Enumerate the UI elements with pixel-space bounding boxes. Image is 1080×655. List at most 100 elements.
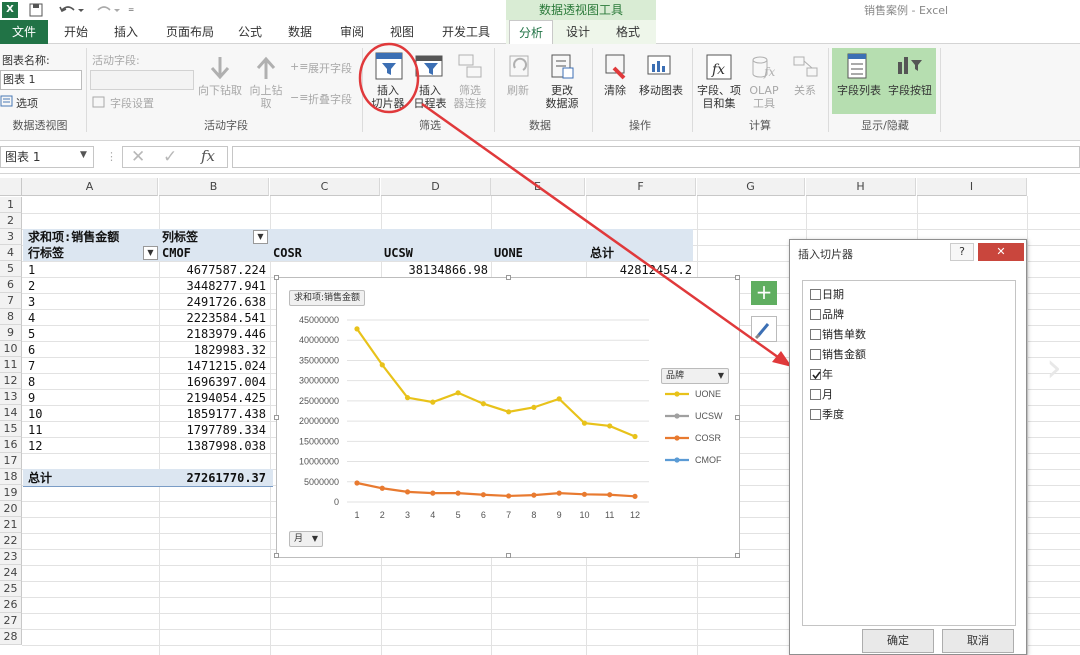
slicer-field-label[interactable]: 年 xyxy=(822,368,833,382)
resize-handle[interactable] xyxy=(735,275,740,280)
row-header[interactable]: 26 xyxy=(0,597,22,613)
tab-analyze[interactable]: 分析 xyxy=(509,20,553,44)
resize-handle[interactable] xyxy=(506,275,511,280)
slicer-field-label[interactable]: 销售单数 xyxy=(822,328,866,342)
move-chart-button[interactable]: 移动图表 xyxy=(634,84,688,97)
resize-handle[interactable] xyxy=(274,415,279,420)
resize-handle[interactable] xyxy=(735,553,740,558)
row-header[interactable]: 4 xyxy=(0,245,22,261)
undo-icon[interactable] xyxy=(58,2,84,18)
chart-name-input[interactable]: 图表 1 xyxy=(0,70,82,90)
tab-page-layout[interactable]: 页面布局 xyxy=(160,20,220,44)
row-header[interactable]: 19 xyxy=(0,485,22,501)
quick-access-more[interactable]: ₌ xyxy=(128,1,134,15)
enter-icon[interactable]: ✓ xyxy=(163,147,177,167)
tab-file[interactable]: 文件 xyxy=(0,20,48,44)
slicer-field-label[interactable]: 品牌 xyxy=(822,308,844,322)
drill-down-button[interactable]: 向下钻取 xyxy=(196,84,244,97)
column-header[interactable]: G xyxy=(697,178,805,196)
row-header[interactable]: 24 xyxy=(0,565,22,581)
field-list-button[interactable]: 字段列表 xyxy=(834,84,884,97)
row-label-filter-icon[interactable]: ▼ xyxy=(143,246,158,260)
slicer-field-label[interactable]: 日期 xyxy=(822,288,844,302)
slicer-field-label[interactable]: 销售金额 xyxy=(822,348,866,362)
help-button[interactable]: ? xyxy=(950,243,974,261)
resize-handle[interactable] xyxy=(506,553,511,558)
column-header[interactable]: A xyxy=(22,178,158,196)
formula-input[interactable] xyxy=(232,146,1080,168)
tab-formulas[interactable]: 公式 xyxy=(232,20,268,44)
field-settings-button[interactable]: 字段设置 xyxy=(110,95,154,111)
name-box-dropdown-icon[interactable]: ▼ xyxy=(80,150,87,160)
cancel-button[interactable]: 取消 xyxy=(942,629,1014,653)
column-header[interactable]: F xyxy=(586,178,696,196)
options-button[interactable]: 选项 xyxy=(16,95,38,111)
drill-up-button[interactable]: 向上钻取 xyxy=(246,84,286,110)
column-header[interactable]: E xyxy=(491,178,585,196)
chart-elements-plus-icon[interactable]: + xyxy=(751,281,777,305)
change-source-button[interactable]: 更改 数据源 xyxy=(538,84,586,110)
row-header[interactable]: 2 xyxy=(0,213,22,229)
row-header[interactable]: 9 xyxy=(0,325,22,341)
expand-field-button[interactable]: 展开字段 xyxy=(308,60,352,76)
row-header[interactable]: 21 xyxy=(0,517,22,533)
col-label-filter-icon[interactable]: ▼ xyxy=(253,230,268,244)
olap-tools-button[interactable]: OLAP 工具 xyxy=(746,84,782,110)
field-buttons-button[interactable]: 字段按钮 xyxy=(884,84,936,97)
resize-handle[interactable] xyxy=(274,275,279,280)
insert-function-icon[interactable]: fx xyxy=(201,147,215,165)
checkbox[interactable] xyxy=(810,349,821,360)
column-header[interactable]: C xyxy=(270,178,380,196)
chart-styles-brush-icon[interactable] xyxy=(751,316,777,342)
relationships-button[interactable]: 关系 xyxy=(790,84,820,97)
row-header[interactable]: 3 xyxy=(0,229,22,245)
checkbox[interactable] xyxy=(810,409,821,420)
clear-button[interactable]: 清除 xyxy=(600,84,630,97)
checkbox[interactable] xyxy=(810,389,821,400)
tab-design[interactable]: 设计 xyxy=(560,20,596,44)
filter-connections-button[interactable]: 筛选 器连接 xyxy=(450,84,490,110)
collapse-field-button[interactable]: 折叠字段 xyxy=(308,91,352,107)
row-header[interactable]: 1 xyxy=(0,197,22,213)
column-header[interactable]: I xyxy=(917,178,1027,196)
row-header[interactable]: 16 xyxy=(0,437,22,453)
checkbox[interactable] xyxy=(810,289,821,300)
active-field-input[interactable] xyxy=(90,70,194,90)
slicer-field-label[interactable]: 季度 xyxy=(822,408,844,422)
checkbox[interactable] xyxy=(810,329,821,340)
refresh-button[interactable]: 刷新 xyxy=(500,84,536,97)
row-header[interactable]: 28 xyxy=(0,629,22,645)
resize-handle[interactable] xyxy=(274,553,279,558)
tab-home[interactable]: 开始 xyxy=(58,20,94,44)
tab-data[interactable]: 数据 xyxy=(282,20,318,44)
row-header[interactable]: 14 xyxy=(0,405,22,421)
row-header[interactable]: 25 xyxy=(0,581,22,597)
row-header[interactable]: 7 xyxy=(0,293,22,309)
tab-insert[interactable]: 插入 xyxy=(108,20,144,44)
row-header[interactable]: 27 xyxy=(0,613,22,629)
pivot-chart[interactable]: 求和项:销售金额 品牌 ▼ 月 ▼ 0 5000000 10000000 15000000… xyxy=(274,275,740,558)
close-button[interactable]: ✕ xyxy=(978,243,1024,261)
row-header[interactable]: 22 xyxy=(0,533,22,549)
row-header[interactable]: 6 xyxy=(0,277,22,293)
cancel-icon[interactable]: ✕ xyxy=(131,147,145,167)
tab-format[interactable]: 格式 xyxy=(610,20,646,44)
row-header[interactable]: 12 xyxy=(0,373,22,389)
checkbox[interactable] xyxy=(810,369,821,380)
fields-items-button[interactable]: 字段、项 目和集 xyxy=(692,84,746,110)
row-header[interactable]: 17 xyxy=(0,453,22,469)
row-header[interactable]: 5 xyxy=(0,261,22,277)
row-header[interactable]: 23 xyxy=(0,549,22,565)
row-header[interactable]: 15 xyxy=(0,421,22,437)
column-header[interactable]: B xyxy=(159,178,269,196)
row-header[interactable]: 18 xyxy=(0,469,22,485)
slicer-field-label[interactable]: 月 xyxy=(822,388,833,402)
column-header[interactable]: H xyxy=(806,178,916,196)
row-header[interactable]: 10 xyxy=(0,341,22,357)
select-all-corner[interactable] xyxy=(0,178,22,196)
column-header[interactable]: D xyxy=(381,178,491,196)
redo-icon[interactable] xyxy=(94,2,120,18)
tab-developer[interactable]: 开发工具 xyxy=(436,20,496,44)
checkbox[interactable] xyxy=(810,309,821,320)
resize-handle[interactable] xyxy=(735,415,740,420)
